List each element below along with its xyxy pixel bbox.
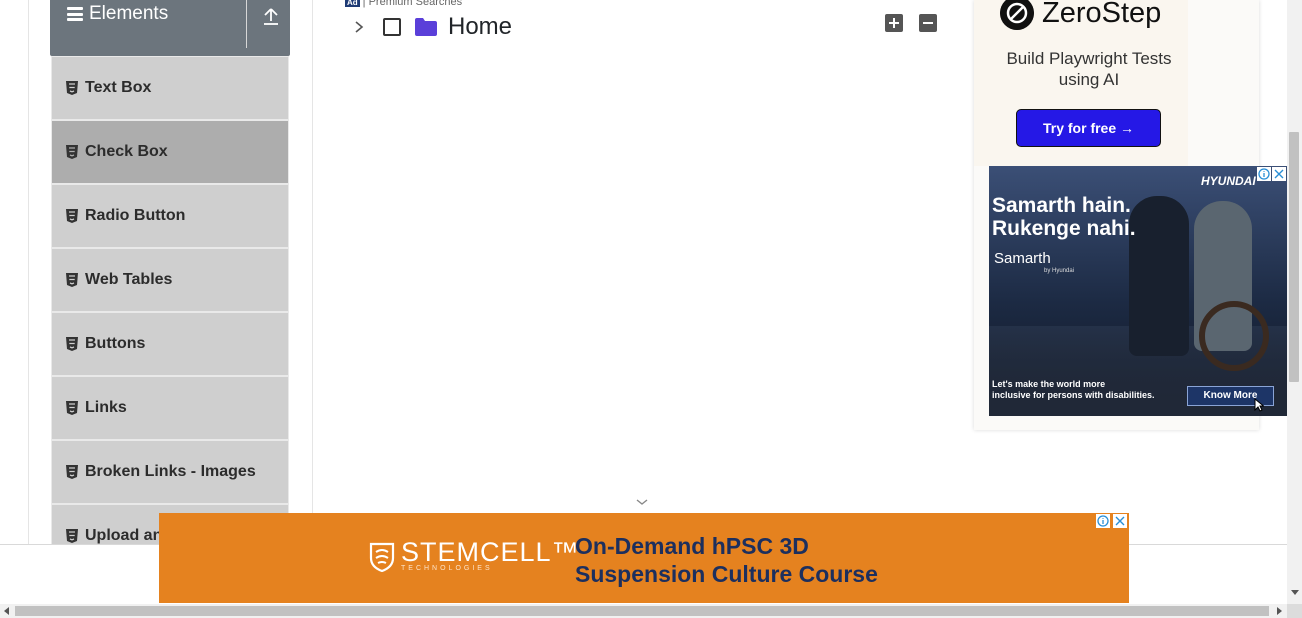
html5-icon xyxy=(66,273,78,287)
horizontal-scrollbar-thumb[interactable] xyxy=(15,606,1269,616)
sidebar-item-label: Text Box xyxy=(85,79,152,96)
scrollbar-corner xyxy=(1287,604,1302,618)
html5-icon xyxy=(66,145,78,159)
ad-badge: Ad xyxy=(345,0,360,7)
sidebar-item-buttons[interactable]: Buttons xyxy=(51,312,289,376)
tree-node-label[interactable]: Home xyxy=(448,13,512,41)
hyundai-headline: Samarth hain. Rukenge nahi. xyxy=(992,194,1136,240)
upload-arrow-icon[interactable] xyxy=(262,6,280,26)
horizontal-scrollbar[interactable] xyxy=(0,604,1287,618)
collapse-all-button[interactable] xyxy=(919,14,937,32)
ad-stemcell[interactable]: STEMCELL™ TECHNOLOGIES On-Demand hPSC 3D… xyxy=(159,513,1129,603)
sidebar-item-text-box[interactable]: Text Box xyxy=(51,56,289,120)
stemcell-headline: On-Demand hPSC 3D Suspension Culture Cou… xyxy=(575,532,878,588)
group-divider xyxy=(246,0,247,48)
tree-node-home: Home xyxy=(352,12,512,42)
scroll-left-arrow-icon[interactable] xyxy=(4,607,9,615)
html5-icon xyxy=(66,337,78,351)
html5-icon xyxy=(66,401,78,415)
chevron-right-icon[interactable] xyxy=(352,20,366,34)
zerostep-panel: ZeroStep Build Playwright Tests using AI… xyxy=(974,0,1188,166)
zerostep-brand: ZeroStep xyxy=(1042,0,1162,29)
group-title-label: Elements xyxy=(89,3,169,24)
ad-hyundai[interactable]: HYUNDAI Samarth hain. Rukenge nahi. Sama… xyxy=(989,166,1287,416)
vertical-scrollbar-thumb[interactable] xyxy=(1289,132,1299,382)
group-header-elements[interactable]: Elements xyxy=(50,0,290,56)
stemcell-brand: STEMCELL™ xyxy=(401,537,580,567)
sidebar-item-check-box[interactable]: Check Box xyxy=(51,120,289,184)
ad-close-icon[interactable] xyxy=(1113,514,1127,528)
page: Elements Text Box Check Box Radio Button xyxy=(0,0,1302,618)
ad-tag-text: | Premium Searches xyxy=(362,0,463,8)
sidebar-item-broken-links-images[interactable]: Broken Links - Images xyxy=(51,440,289,504)
sidebar-item-label: Buttons xyxy=(85,335,146,352)
stemcell-headline-line1: On-Demand hPSC 3D xyxy=(575,533,809,559)
hyundai-footer-line1: Let's make the world more xyxy=(992,379,1106,389)
hyundai-headline-line2: Rukenge nahi. xyxy=(992,217,1136,240)
sidebar-item-label: Broken Links - Images xyxy=(85,463,256,480)
chevron-down-icon xyxy=(636,499,648,505)
stemcell-brand-sub: TECHNOLOGIES xyxy=(401,565,493,572)
minus-icon xyxy=(923,22,933,24)
sidebar-item-links[interactable]: Links xyxy=(51,376,289,440)
ad-close-icon[interactable] xyxy=(1272,167,1286,181)
sidebar-item-web-tables[interactable]: Web Tables xyxy=(51,248,289,312)
zerostep-try-button[interactable]: Try for free → xyxy=(1016,109,1161,147)
zerostep-logo: ZeroStep xyxy=(1000,0,1161,30)
html5-icon xyxy=(66,209,78,223)
hyundai-brand: HYUNDAI xyxy=(1201,174,1256,188)
hyundai-footer-line2: inclusive for persons with disabilities. xyxy=(992,390,1155,400)
scroll-down-arrow-icon[interactable] xyxy=(1291,590,1299,595)
hyundai-footer: Let's make the world more inclusive for … xyxy=(992,379,1155,401)
ad-tag[interactable]: Ad | Premium Searches xyxy=(345,0,462,8)
hyundai-samarth-logo: Samarth xyxy=(994,250,1051,267)
left-column: Elements Text Box Check Box Radio Button xyxy=(28,0,313,568)
sidebar-item-label: Links xyxy=(85,399,127,416)
home-checkbox[interactable] xyxy=(383,18,401,36)
plus-icon xyxy=(889,18,899,28)
stemcell-headline-line2: Suspension Culture Course xyxy=(575,561,878,587)
stemcell-logo-icon xyxy=(369,542,395,572)
zerostep-logo-icon xyxy=(1000,0,1034,30)
sidebar-item-label: Web Tables xyxy=(85,271,173,288)
group-title[interactable]: Elements xyxy=(67,3,168,25)
stemcell-brand-wrap: STEMCELL™ TECHNOLOGIES xyxy=(401,537,580,573)
ad-info-icon[interactable] xyxy=(1257,167,1271,181)
hyundai-headline-line1: Samarth hain. xyxy=(992,194,1131,217)
sidebar: Elements Text Box Check Box Radio Button xyxy=(50,0,290,568)
ad-info-icon[interactable] xyxy=(1096,514,1110,528)
sidebar-item-label: Upload an xyxy=(85,527,163,544)
html5-icon xyxy=(66,529,78,543)
sidebar-item-radio-button[interactable]: Radio Button xyxy=(51,184,289,248)
hyundai-person-image xyxy=(1129,196,1189,356)
stemcell-logo: STEMCELL™ TECHNOLOGIES xyxy=(369,539,580,572)
expand-all-button[interactable] xyxy=(885,14,903,32)
sidebar-item-label: Check Box xyxy=(85,143,168,160)
zerostep-tagline: Build Playwright Tests using AI xyxy=(1006,49,1172,89)
mouse-cursor-icon xyxy=(1254,398,1264,412)
html5-icon xyxy=(66,465,78,479)
html5-icon xyxy=(66,81,78,95)
sidebar-item-label: Radio Button xyxy=(85,207,186,224)
scroll-right-arrow-icon[interactable] xyxy=(1277,607,1282,615)
hyundai-samarth-sub: by Hyundai xyxy=(1044,268,1075,274)
folder-icon xyxy=(415,18,437,36)
vertical-scrollbar[interactable] xyxy=(1287,0,1302,604)
wheelchair-image xyxy=(1199,301,1269,371)
hamburger-icon xyxy=(67,7,83,21)
